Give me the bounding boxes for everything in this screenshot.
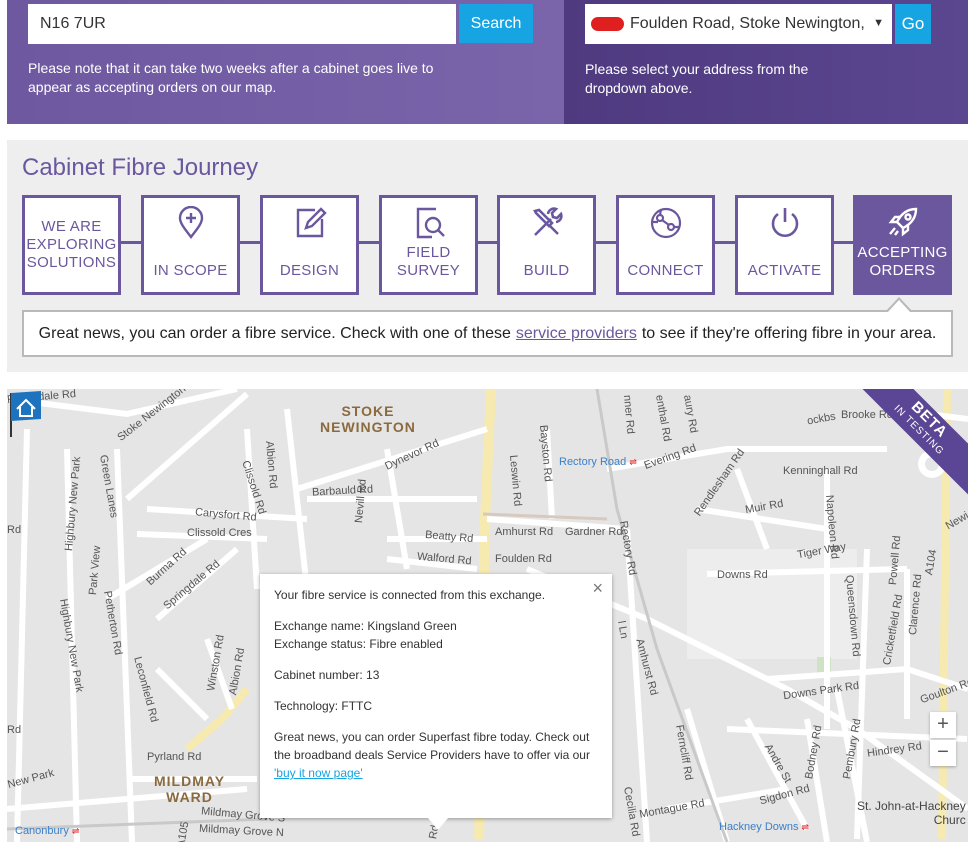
cabinet-number: Cabinet number: 13	[274, 668, 380, 682]
popup-exchange: Exchange name: Kingsland Green Exchange …	[274, 617, 598, 653]
step-activate[interactable]: ACTIVATE	[735, 195, 834, 295]
document-search-icon	[416, 207, 445, 239]
cabinet-live-note: Please note that it can take two weeks a…	[28, 60, 434, 95]
canonbury-station-label: Canonbury ⇌	[15, 825, 79, 837]
popup-offer: Great news, you can order Superfast fibr…	[274, 728, 598, 782]
buy-it-now-link[interactable]: 'buy it now page'	[274, 766, 363, 780]
step-exploring-solutions[interactable]: WE ARE EXPLORING SOLUTIONS	[22, 195, 121, 295]
postcode-input[interactable]	[28, 4, 456, 44]
location-plus-icon	[178, 206, 203, 239]
st-john-church-label: St. John-at-Hackney Churc	[857, 799, 966, 827]
journey-steps: WE ARE EXPLORING SOLUTIONS IN SCOPE DESI…	[22, 195, 952, 295]
popup-intro: Your fibre service is connected from thi…	[274, 588, 546, 602]
message-text-before: Great news, you can order a fibre servic…	[38, 324, 511, 342]
station-name: Hackney Downs	[719, 821, 799, 833]
rail-icon: ⇌	[801, 822, 810, 832]
network-icon	[650, 207, 681, 239]
postcode-search-panel: Search Please note that it can take two …	[7, 0, 564, 124]
message-text-after: to see if they're offering fibre in your…	[641, 324, 937, 342]
tools-icon	[532, 207, 563, 236]
street-label: Gardner Rd	[565, 526, 623, 538]
step-label: BUILD	[523, 262, 570, 279]
zoom-out-button[interactable]: −	[930, 740, 956, 766]
rail-icon: ⇌	[629, 457, 637, 467]
street-label: Kenninghall Rd	[783, 465, 858, 477]
step-accepting-orders[interactable]: ACCEPTING ORDERS	[853, 195, 952, 295]
step-label: ACTIVATE	[747, 262, 822, 279]
address-selected-value: Foulden Road, Stoke Newington,	[630, 15, 865, 32]
pencil-icon	[296, 207, 327, 238]
rail-icon: ⇌	[71, 826, 80, 836]
address-note: Please select your address from the drop…	[585, 61, 809, 96]
go-button[interactable]: Go	[895, 4, 931, 44]
address-select-panel: Foulden Road, Stoke Newington, ▼ Go Plea…	[564, 0, 968, 124]
station-name: Rectory Road	[559, 456, 627, 468]
street-label: Rd	[7, 524, 22, 536]
chevron-down-icon: ▼	[873, 17, 884, 29]
home-marker-icon[interactable]	[7, 389, 47, 437]
step-connect[interactable]: CONNECT	[616, 195, 715, 295]
street-label: Pyrland Rd	[147, 751, 202, 763]
street-label: Foulden Rd	[495, 553, 552, 565]
area-label-stoke-newington: STOKE NEWINGTON	[320, 403, 416, 435]
street-label: Clissold Cres	[187, 527, 252, 539]
step-label: FIELD SURVEY	[396, 244, 461, 279]
journey-message: Great news, you can order a fibre servic…	[22, 310, 953, 357]
journey-title: Cabinet Fibre Journey	[22, 154, 259, 181]
message-pointer	[885, 297, 913, 313]
step-label: IN SCOPE	[153, 262, 228, 279]
offer-text: Great news, you can order Superfast fibr…	[274, 730, 590, 762]
search-banner: Search Please note that it can take two …	[7, 0, 968, 124]
exchange-name: Exchange name: Kingsland Green	[274, 619, 457, 633]
close-icon[interactable]: ×	[592, 579, 603, 597]
cabinet-map[interactable]: STOKE NEWINGTON MILDMAY WARD Riversdale …	[7, 389, 968, 842]
exchange-status: Exchange status: Fibre enabled	[274, 637, 443, 651]
hackney-downs-station-label: Hackney Downs ⇌	[719, 821, 809, 833]
step-in-scope[interactable]: IN SCOPE	[141, 195, 240, 295]
technology: Technology: FTTC	[274, 699, 373, 713]
rocket-icon	[888, 207, 917, 237]
step-label: WE ARE EXPLORING SOLUTIONS	[26, 218, 117, 271]
zoom-in-button[interactable]: +	[930, 712, 956, 738]
street-label: Rd	[7, 724, 22, 736]
street-label: Downs Rd	[717, 569, 768, 581]
step-build[interactable]: BUILD	[497, 195, 596, 295]
station-name: Canonbury	[15, 825, 69, 837]
step-design[interactable]: DESIGN	[260, 195, 359, 295]
step-label: DESIGN	[279, 262, 340, 279]
area-label-mildmay-ward: MILDMAY WARD	[154, 773, 226, 805]
step-label: ACCEPTING ORDERS	[857, 244, 948, 279]
fibre-journey-panel: Cabinet Fibre Journey WE ARE EXPLORING S…	[7, 140, 968, 372]
redaction-mark	[591, 17, 624, 31]
power-icon	[771, 208, 798, 237]
service-providers-link[interactable]: service providers	[516, 325, 637, 343]
rectory-road-station-label: Rectory Road ⇌	[559, 456, 637, 468]
step-field-survey[interactable]: FIELD SURVEY	[379, 195, 478, 295]
popup-tail	[428, 818, 448, 830]
address-dropdown[interactable]: Foulden Road, Stoke Newington, ▼	[585, 4, 892, 44]
exchange-info-popup: × Your fibre service is connected from t…	[260, 574, 612, 830]
street-label: Amhurst Rd	[495, 526, 554, 538]
search-button[interactable]: Search	[459, 4, 533, 43]
step-label: CONNECT	[627, 262, 704, 279]
